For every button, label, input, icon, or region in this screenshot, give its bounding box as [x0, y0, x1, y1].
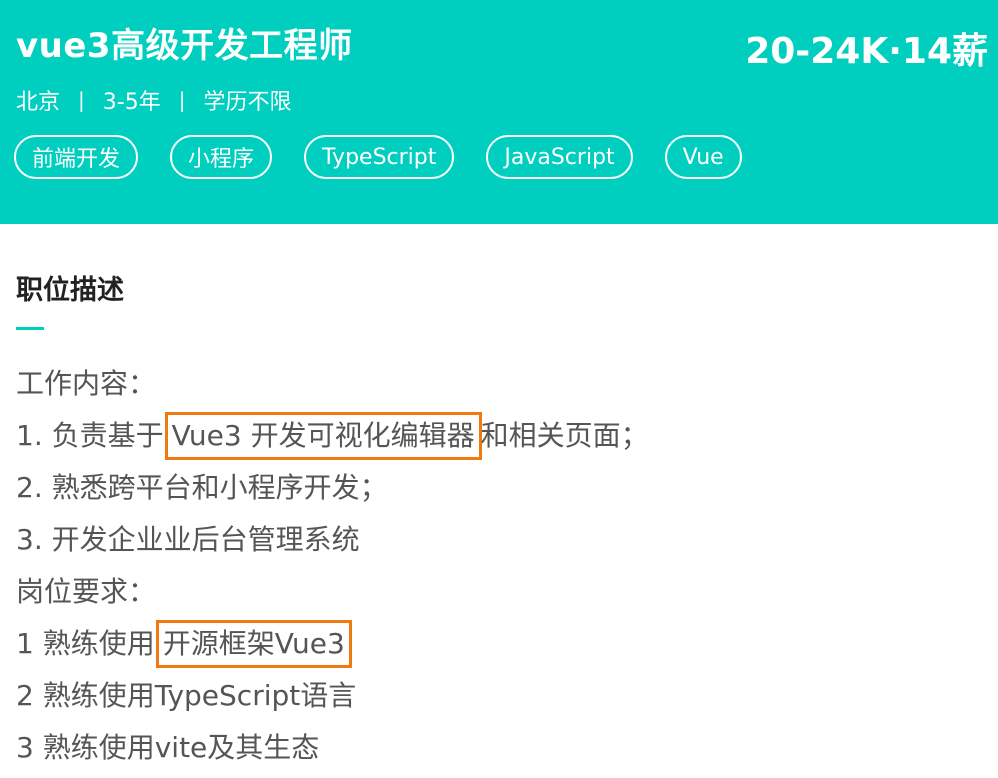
section-underline: [16, 327, 44, 330]
requirement-1: 1 熟练使用 开源框架Vue3: [16, 618, 649, 670]
job-meta: 北京 | 3-5年 | 学历不限: [16, 84, 291, 116]
tag-frontend[interactable]: 前端开发: [14, 135, 139, 179]
requirements-heading: 岗位要求：: [16, 575, 157, 608]
job-education: 学历不限: [203, 90, 292, 115]
work-item-1-suffix: 和相关页面；: [480, 419, 649, 452]
salary-label: 20-24K·14薪: [745, 31, 988, 72]
job-experience: 3-5年: [102, 90, 161, 115]
skill-tags: 前端开发 小程序 TypeScript JavaScript Vue: [14, 135, 742, 179]
meta-separator: |: [178, 88, 186, 112]
job-city: 北京: [16, 90, 61, 115]
job-description: 工作内容： 1. 负责基于 Vue3 开发可视化编辑器 和相关页面； 2. 熟悉跨平…: [16, 358, 649, 774]
tag-javascript[interactable]: JavaScript: [486, 135, 633, 179]
tag-vue[interactable]: Vue: [664, 135, 742, 179]
meta-separator: |: [78, 88, 85, 112]
job-title: vue3高级开发工程师: [16, 26, 353, 66]
highlight-box: 开源框架Vue3: [155, 620, 352, 668]
requirement-1-prefix: 1 熟练使用: [16, 627, 155, 660]
work-item-1: 1. 负责基于 Vue3 开发可视化编辑器 和相关页面；: [16, 410, 649, 462]
job-header: vue3高级开发工程师 20-24K·14薪 北京 | 3-5年 | 学历不限 …: [0, 0, 998, 224]
tag-typescript[interactable]: TypeScript: [304, 135, 455, 179]
highlight-box: Vue3 开发可视化编辑器: [164, 412, 482, 460]
work-item-3: 3. 开发企业业后台管理系统: [16, 523, 360, 556]
tag-miniprogram[interactable]: 小程序: [170, 135, 273, 179]
requirement-3: 3 熟练使用vite及其生态: [16, 731, 320, 764]
work-item-1-prefix: 1. 负责基于: [16, 419, 164, 452]
section-title: 职位描述: [16, 275, 124, 306]
requirement-2: 2 熟练使用TypeScript语言: [16, 679, 357, 712]
work-heading: 工作内容：: [16, 367, 157, 400]
work-item-2: 2. 熟悉跨平台和小程序开发；: [16, 471, 388, 504]
